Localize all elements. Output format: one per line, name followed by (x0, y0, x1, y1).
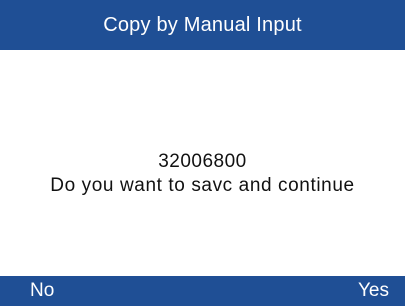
dialog-code: 32006800 (158, 151, 247, 172)
title-bar: Copy by Manual Input (0, 0, 405, 50)
softkey-bar: No Yes (0, 276, 405, 306)
device-screen: Copy by Manual Input 32006800 Do you wan… (0, 0, 405, 306)
dialog-message: Do you want to savc and continue (50, 175, 355, 196)
no-button[interactable]: No (30, 276, 54, 306)
page-title: Copy by Manual Input (103, 13, 302, 36)
dialog-content: 32006800 Do you want to savc and continu… (0, 50, 405, 276)
yes-button[interactable]: Yes (358, 276, 389, 306)
